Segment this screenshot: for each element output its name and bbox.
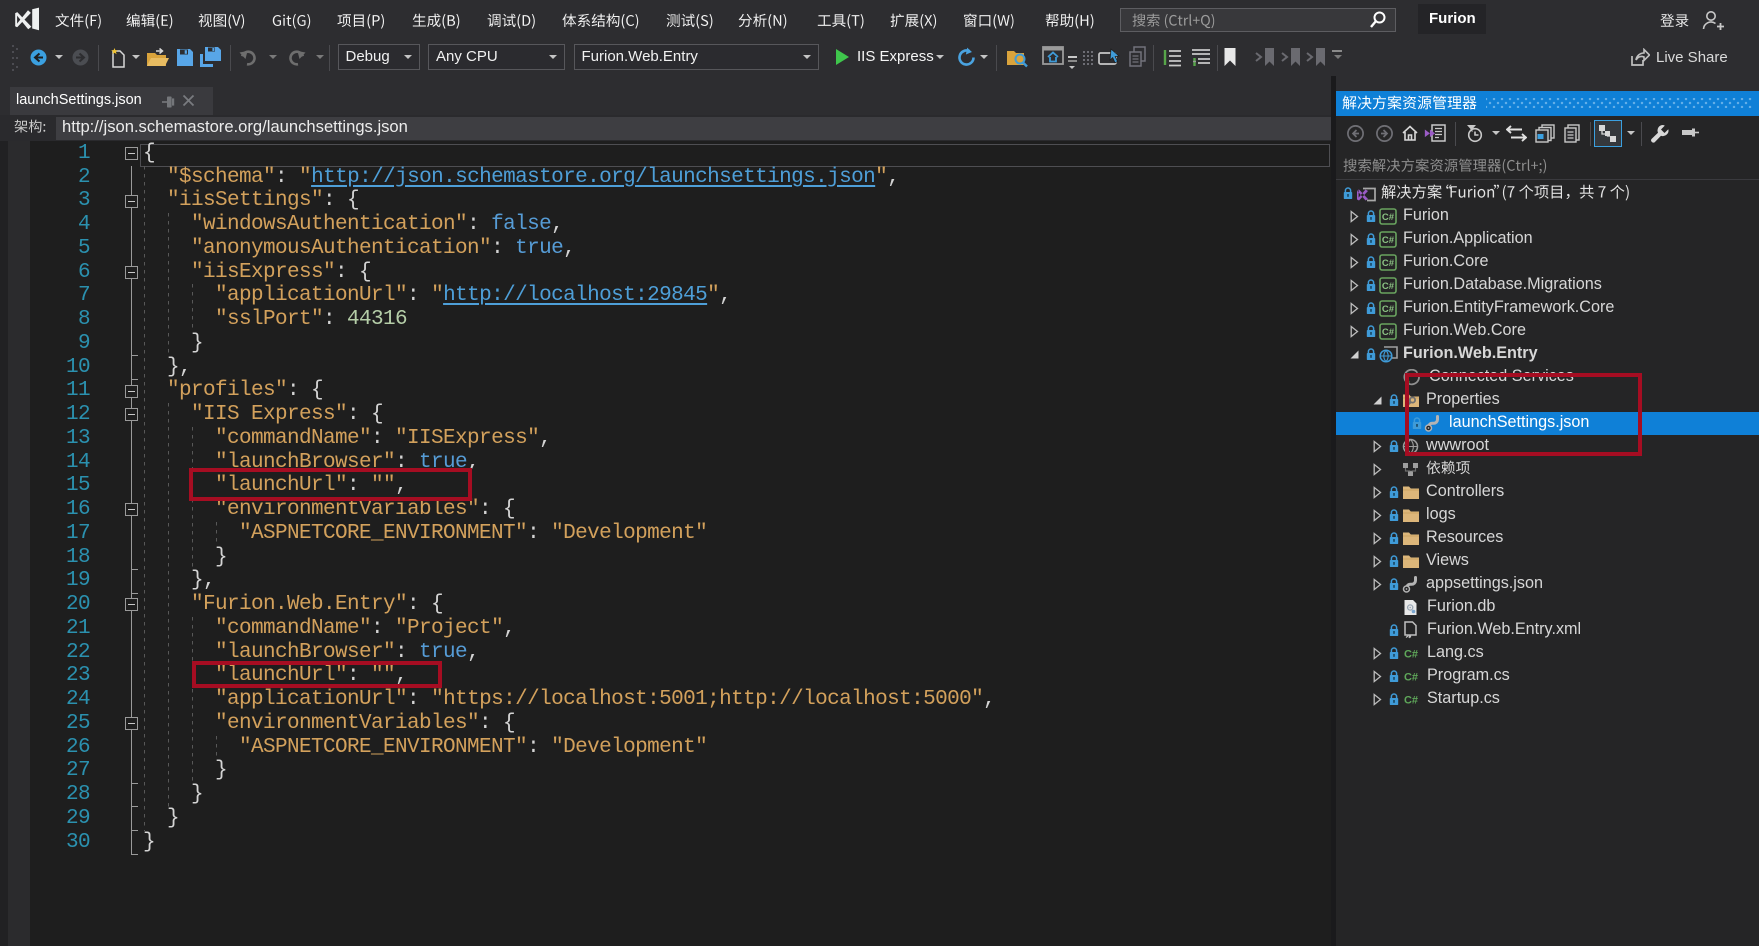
- svg-text:C#: C#: [1382, 235, 1395, 246]
- svg-text:C#: C#: [1382, 258, 1395, 269]
- svg-text:C#: C#: [1382, 281, 1395, 292]
- svg-text:C#: C#: [1404, 694, 1418, 706]
- svg-text:C#: C#: [1404, 671, 1418, 683]
- svg-text:C#: C#: [1382, 304, 1395, 315]
- svg-text:C#: C#: [1382, 212, 1395, 223]
- svg-text:C#: C#: [1404, 648, 1418, 660]
- svg-text:C#: C#: [1382, 327, 1395, 338]
